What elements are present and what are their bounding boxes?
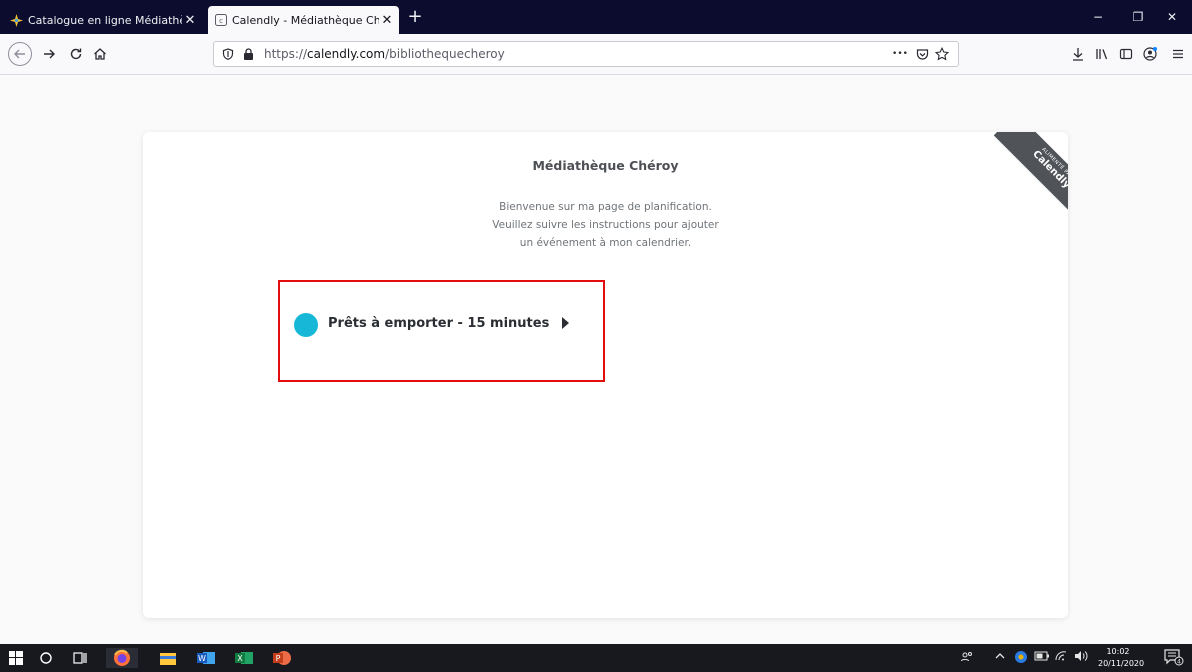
windows-taskbar: W X P 10:02 20/11/2020 4 [0, 644, 1192, 672]
svg-text:X: X [237, 654, 243, 663]
sidebar-icon[interactable] [1114, 42, 1138, 66]
caret-right-icon[interactable] [562, 317, 569, 329]
windows-start-icon[interactable] [6, 648, 26, 668]
people-icon[interactable] [960, 650, 974, 667]
clock[interactable]: 10:02 20/11/2020 [1098, 646, 1145, 670]
volume-icon[interactable] [1074, 650, 1090, 665]
reload-button[interactable] [64, 42, 88, 66]
minimize-button[interactable]: − [1078, 4, 1118, 30]
library-icon[interactable] [1090, 42, 1114, 66]
new-tab-button[interactable]: + [404, 7, 426, 29]
tab-catalogue[interactable]: Catalogue en ligne Médiathèqu ✕ [4, 7, 202, 34]
reload-icon [70, 48, 82, 60]
svg-text:W: W [198, 654, 206, 663]
search-circle-icon[interactable] [36, 648, 56, 668]
welcome-line: Veuillez suivre les instructions pour aj… [492, 219, 719, 231]
close-window-button[interactable]: ✕ [1152, 4, 1192, 30]
calendly-favicon-icon: c [214, 14, 227, 27]
bookmark-star-icon[interactable] [932, 44, 952, 64]
svg-text:c: c [219, 17, 223, 25]
welcome-line: un événement à mon calendrier. [519, 237, 692, 249]
url-path: /bibliothequecheroy [385, 47, 505, 61]
forward-button[interactable] [37, 42, 61, 66]
lock-icon[interactable] [238, 44, 258, 64]
notification-count: 4 [1177, 659, 1181, 666]
firefox-taskbar-icon[interactable] [106, 648, 138, 668]
page-content: Médiathèque Chéroy Bienvenue sur ma page… [0, 75, 1192, 644]
tab-label: Calendly - Médiathèque Chéro [232, 13, 379, 27]
svg-text:P: P [276, 654, 281, 663]
app-tray-icon[interactable] [1014, 650, 1028, 667]
clock-date: 20/11/2020 [1098, 659, 1145, 668]
shield-icon[interactable] [218, 44, 238, 64]
ribbon-brand: Calendly [1030, 148, 1068, 191]
organization-title: Médiathèque Chéroy [532, 158, 679, 173]
tab-close-icon[interactable]: ✕ [379, 13, 395, 28]
downloads-icon[interactable] [1066, 42, 1090, 66]
battery-icon[interactable] [1034, 650, 1050, 665]
browser-tab-strip: Catalogue en ligne Médiathèqu ✕ c Calend… [0, 0, 1192, 34]
account-icon[interactable] [1138, 42, 1162, 66]
tab-close-icon[interactable]: ✕ [182, 13, 198, 28]
page-actions-more-icon[interactable]: ••• [888, 44, 912, 64]
star-favicon-icon [10, 14, 23, 27]
action-center-icon[interactable]: 4 [1164, 648, 1184, 669]
arrow-right-icon [44, 49, 55, 59]
welcome-message: Bienvenue sur ma page de planification. … [443, 198, 768, 252]
wifi-icon[interactable] [1054, 650, 1068, 665]
file-explorer-icon[interactable] [158, 648, 178, 668]
event-type-item[interactable]: Prêts à emporter - 15 minutes [278, 280, 605, 382]
url-host: calendly.com [307, 47, 386, 61]
url-bar[interactable]: https://calendly.com/bibliothequecheroy … [213, 41, 959, 67]
event-color-dot [294, 313, 318, 337]
arrow-left-icon [14, 49, 25, 59]
tab-label: Catalogue en ligne Médiathèqu [28, 14, 182, 27]
clock-time: 10:02 [1106, 647, 1130, 656]
scheduling-card: Médiathèque Chéroy Bienvenue sur ma page… [143, 132, 1068, 618]
back-button[interactable] [8, 42, 32, 66]
word-icon[interactable]: W [196, 648, 216, 668]
tab-calendly[interactable]: c Calendly - Médiathèque Chéro ✕ [208, 6, 399, 34]
menu-hamburger-icon[interactable] [1166, 42, 1190, 66]
task-view-icon[interactable] [70, 648, 90, 668]
home-button[interactable] [88, 42, 112, 66]
url-text[interactable]: https://calendly.com/bibliothequecheroy [264, 47, 505, 61]
powerpoint-icon[interactable]: P [272, 648, 292, 668]
pocket-icon[interactable] [912, 44, 932, 64]
welcome-line: Bienvenue sur ma page de planification. [499, 201, 712, 213]
powered-by-ribbon[interactable]: ALIMENTÉ PAR Calendly [976, 132, 1068, 224]
excel-icon[interactable]: X [234, 648, 254, 668]
url-prefix: https:// [264, 47, 308, 61]
home-icon [94, 48, 106, 60]
event-type-name[interactable]: Prêts à emporter - 15 minutes [328, 316, 549, 331]
browser-toolbar: https://calendly.com/bibliothequecheroy … [0, 34, 1192, 75]
chevron-up-icon[interactable] [994, 650, 1006, 665]
